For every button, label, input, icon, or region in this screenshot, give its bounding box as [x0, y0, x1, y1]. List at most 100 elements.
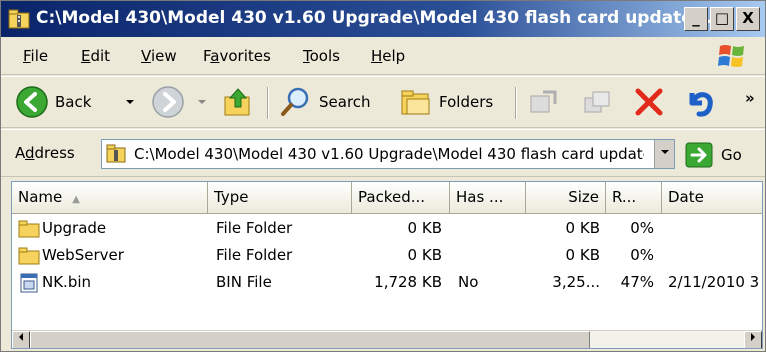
- forward-button[interactable]: [151, 85, 185, 119]
- row-size: 0 KB: [565, 219, 600, 237]
- menu-edit-label: dit: [90, 47, 111, 65]
- address-label-accel: d: [25, 144, 35, 162]
- folders-button[interactable]: Folders: [399, 85, 493, 119]
- maximize-button[interactable]: □: [710, 7, 734, 31]
- address-label: Address: [15, 144, 75, 162]
- back-arrow-icon: [16, 86, 48, 118]
- row-date: 2/11/2010 3: [668, 273, 760, 291]
- search-icon: [281, 87, 309, 116]
- menu-help[interactable]: Help: [371, 47, 405, 65]
- chevron-down-icon: [126, 100, 134, 104]
- back-button[interactable]: Back: [15, 85, 91, 119]
- address-dropdown[interactable]: [654, 140, 674, 168]
- chevron-down-icon: [660, 150, 669, 154]
- folders-icon: [401, 90, 430, 115]
- row-ratio: 47%: [620, 273, 654, 291]
- close-button[interactable]: X: [736, 7, 760, 31]
- delete-icon: [635, 88, 663, 116]
- menu-file-label: ile: [30, 47, 49, 65]
- column-header-name[interactable]: Name ▲: [12, 182, 208, 214]
- menu-help-accel: H: [371, 47, 383, 65]
- scroll-right-button[interactable]: [744, 331, 762, 348]
- menu-view[interactable]: View: [141, 47, 177, 65]
- table-row[interactable]: Upgrade File Folder 0 KB 0 KB 0%: [12, 215, 762, 242]
- minimize-button[interactable]: _: [684, 7, 708, 31]
- menu-file-accel: F: [23, 47, 31, 65]
- row-packed: 0 KB: [407, 246, 442, 264]
- copy-to-icon: [584, 91, 610, 113]
- search-label: Search: [319, 93, 371, 111]
- horizontal-scrollbar[interactable]: [12, 330, 762, 348]
- zip-folder-icon: [106, 144, 126, 163]
- row-type: BIN File: [216, 273, 272, 291]
- toolbar-separator: [267, 87, 269, 119]
- search-button[interactable]: Search: [279, 85, 371, 119]
- window-title: C:\Model 430\Model 430 v1.60 Upgrade\Mod…: [36, 8, 713, 28]
- row-name: WebServer: [42, 246, 124, 264]
- column-header-has[interactable]: Has ...: [450, 182, 526, 214]
- up-folder-icon: [224, 88, 250, 116]
- menu-tools-accel: T: [303, 47, 310, 65]
- column-header-name-label: Name: [18, 188, 63, 206]
- scroll-thumb[interactable]: [30, 331, 590, 348]
- move-to-button[interactable]: [527, 85, 559, 119]
- menu-edit[interactable]: Edit: [81, 47, 110, 65]
- column-header-packed[interactable]: Packed...: [352, 182, 450, 214]
- undo-icon: [689, 92, 713, 117]
- table-row[interactable]: WebServer File Folder 0 KB 0 KB 0%: [12, 242, 762, 269]
- folder-icon: [18, 220, 40, 238]
- scroll-left-button[interactable]: [12, 331, 30, 348]
- explorer-window: C:\Model 430\Model 430 v1.60 Upgrade\Mod…: [0, 0, 766, 352]
- column-header-size[interactable]: Size: [526, 182, 606, 214]
- copy-to-button[interactable]: [581, 85, 613, 119]
- column-header-ratio[interactable]: R...: [606, 182, 662, 214]
- standard-toolbar: Back Search Folders »: [1, 76, 765, 128]
- sort-ascending-icon: ▲: [72, 194, 80, 205]
- row-name: Upgrade: [42, 219, 107, 237]
- address-label-rest: dress: [34, 144, 75, 162]
- toolbar-overflow[interactable]: »: [745, 81, 755, 115]
- toolbar-separator: [515, 87, 517, 119]
- column-header-date[interactable]: Date: [662, 182, 762, 214]
- row-ratio: 0%: [630, 246, 654, 264]
- title-bar[interactable]: C:\Model 430\Model 430 v1.60 Upgrade\Mod…: [1, 1, 765, 37]
- file-list: Name ▲ Type Packed... Has ... Size R... D…: [11, 181, 763, 349]
- table-row[interactable]: NK.bin BIN File 1,728 KB No 3,25... 47% …: [12, 269, 762, 296]
- delete-button[interactable]: [633, 85, 665, 119]
- chevron-left-icon: [19, 333, 23, 341]
- folder-icon: [18, 247, 40, 265]
- row-packed: 1,728 KB: [374, 273, 442, 291]
- forward-dropdown[interactable]: [197, 85, 207, 119]
- menu-tools[interactable]: Tools: [303, 47, 340, 65]
- back-label: Back: [55, 93, 92, 111]
- list-header: Name ▲ Type Packed... Has ... Size R... D…: [12, 182, 762, 214]
- menu-help-label: elp: [382, 47, 406, 65]
- column-header-type[interactable]: Type: [208, 182, 352, 214]
- row-size: 0 KB: [565, 246, 600, 264]
- row-ratio: 0%: [630, 219, 654, 237]
- menu-file[interactable]: File: [23, 47, 48, 65]
- menu-view-accel: V: [141, 47, 151, 65]
- back-dropdown[interactable]: [125, 85, 135, 119]
- zip-folder-icon: [8, 9, 30, 29]
- row-size: 3,25...: [552, 273, 600, 291]
- row-packed: 0 KB: [407, 219, 442, 237]
- move-to-icon: [530, 90, 557, 113]
- address-path[interactable]: C:\Model 430\Model 430 v1.60 Upgrade\Mod…: [134, 145, 644, 163]
- chevron-down-icon: [198, 100, 206, 104]
- address-input[interactable]: C:\Model 430\Model 430 v1.60 Upgrade\Mod…: [101, 139, 675, 169]
- go-label: Go: [721, 146, 742, 164]
- row-name: NK.bin: [42, 273, 92, 291]
- up-folder-button[interactable]: [221, 85, 255, 119]
- menu-favorites-label: vorites: [219, 47, 271, 65]
- go-button[interactable]: Go: [685, 141, 742, 169]
- chevron-right-icon: [751, 333, 755, 341]
- menu-tools-label: ools: [309, 47, 340, 65]
- row-type: File Folder: [216, 219, 293, 237]
- row-has: No: [458, 273, 479, 291]
- menu-favorites[interactable]: Favorites: [203, 47, 271, 65]
- undo-button[interactable]: [683, 85, 717, 119]
- address-bar: Address C:\Model 430\Model 430 v1.60 Upg…: [1, 129, 765, 177]
- address-label-prefix: A: [15, 144, 25, 162]
- menu-bar: File Edit View Favorites Tools Help: [1, 37, 765, 75]
